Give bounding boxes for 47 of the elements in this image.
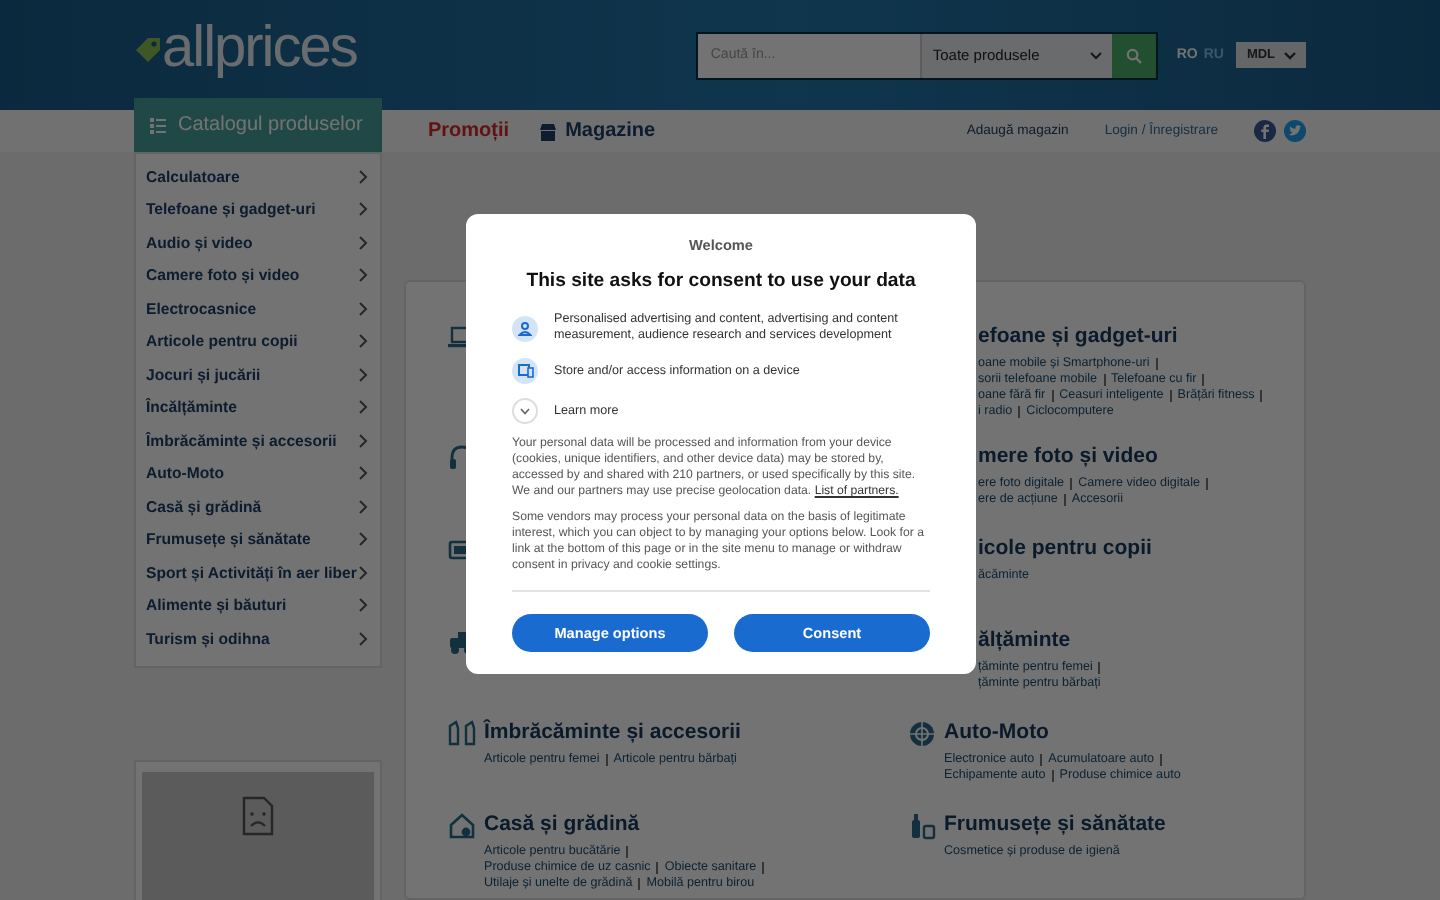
category-title[interactable]: icole pentru copii bbox=[978, 536, 1152, 562]
chevron-icon bbox=[358, 367, 368, 382]
shops-link[interactable]: Magazine bbox=[537, 120, 656, 142]
caret-icon bbox=[1283, 51, 1296, 59]
bottles-icon bbox=[908, 812, 936, 840]
caret-icon bbox=[1090, 51, 1103, 59]
person-icon bbox=[512, 315, 538, 341]
category-title[interactable]: ălțăminte bbox=[978, 628, 1107, 654]
chevron-icon bbox=[358, 598, 368, 613]
chevron-icon bbox=[358, 565, 368, 580]
chevron-icon bbox=[358, 400, 368, 415]
dialog-title: This site asks for consent to use your data bbox=[524, 270, 918, 292]
category-title[interactable]: efoane și gadget-uri bbox=[978, 324, 1269, 350]
search-button[interactable] bbox=[1112, 33, 1157, 77]
chevron-icon bbox=[358, 268, 368, 283]
chevron-icon bbox=[358, 202, 368, 217]
chevron-icon bbox=[358, 466, 368, 481]
devices-icon bbox=[512, 358, 538, 384]
chevron-icon bbox=[358, 499, 368, 514]
house-icon bbox=[448, 812, 476, 840]
catalog-title: Catalogul produselor bbox=[178, 114, 363, 136]
category-title[interactable]: Îmbrăcăminte și accesorii bbox=[484, 720, 741, 746]
chevron-icon bbox=[358, 334, 368, 349]
chevron-icon bbox=[358, 631, 368, 646]
list-icon bbox=[150, 117, 166, 133]
shop-icon bbox=[537, 121, 558, 141]
twitter-icon[interactable] bbox=[1284, 120, 1306, 142]
clothing-icon bbox=[448, 720, 476, 748]
chevron-icon bbox=[358, 532, 368, 547]
chevron-icon bbox=[520, 407, 530, 415]
chevron-icon bbox=[358, 235, 368, 250]
category-title[interactable]: Frumusețe și sănătate bbox=[944, 812, 1166, 838]
tag-icon bbox=[134, 35, 162, 63]
catalog-header[interactable]: Catalogul produselor bbox=[134, 98, 382, 152]
chevron-icon bbox=[358, 433, 368, 448]
promotions-link[interactable]: Promoții bbox=[428, 120, 510, 142]
category-title[interactable]: Auto-Moto bbox=[944, 720, 1181, 746]
expand-button[interactable] bbox=[512, 398, 538, 424]
search-icon bbox=[1126, 47, 1143, 63]
broken-file-icon bbox=[242, 795, 274, 835]
chevron-icon bbox=[358, 301, 368, 316]
category-title[interactable]: Casă și grădină bbox=[484, 812, 771, 838]
wheel-icon bbox=[908, 720, 936, 748]
facebook-icon[interactable] bbox=[1254, 120, 1276, 142]
chevron-icon bbox=[358, 169, 368, 184]
logo-text[interactable]: allprices bbox=[162, 20, 357, 78]
category-title[interactable]: mere foto și video bbox=[978, 444, 1214, 470]
